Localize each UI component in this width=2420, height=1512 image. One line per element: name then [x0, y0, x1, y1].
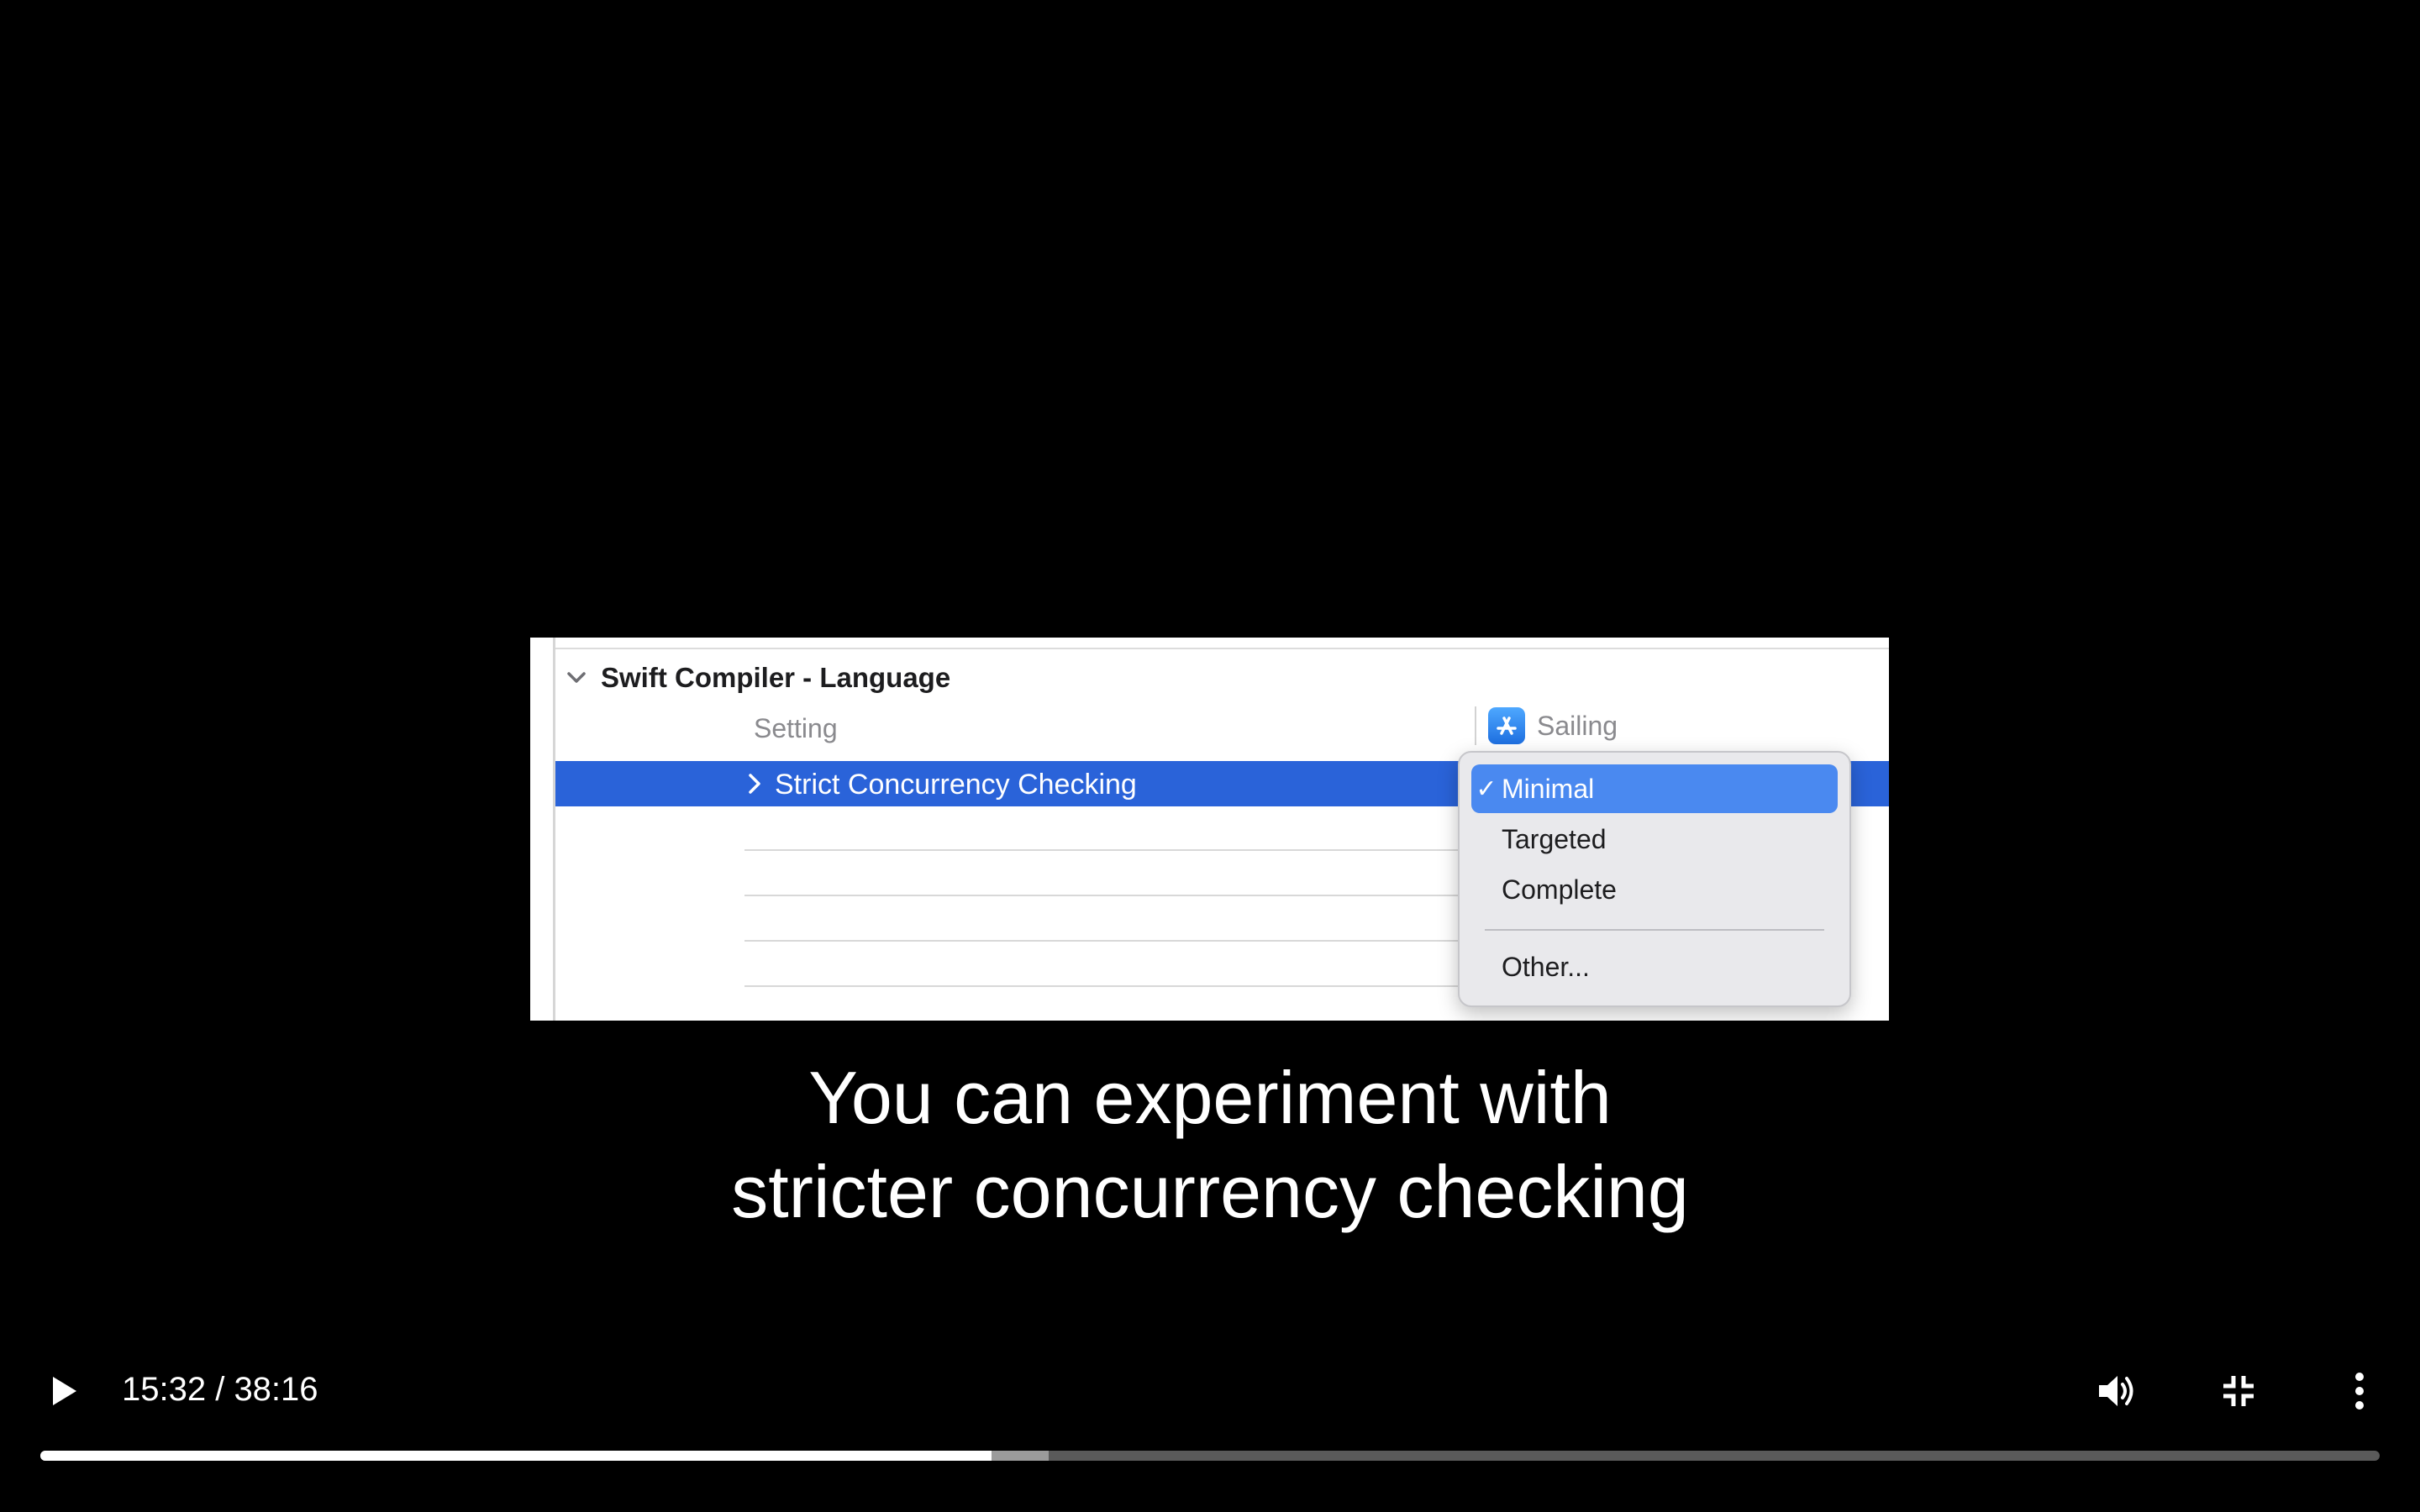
menu-item-label: Minimal [1502, 773, 1595, 804]
more-vertical-icon [2355, 1373, 2364, 1410]
volume-icon [2099, 1376, 2133, 1406]
row-separator [744, 895, 1467, 896]
subtitle-line-1: You can experiment with [808, 1056, 1612, 1139]
menu-item-minimal: ✓ Minimal [1471, 764, 1838, 813]
row-separator [744, 849, 1467, 851]
checkmark-icon: ✓ [1476, 774, 1497, 803]
menu-separator [1485, 929, 1824, 931]
column-divider [1475, 706, 1476, 745]
play-icon [53, 1377, 76, 1405]
volume-button[interactable] [2091, 1366, 2144, 1416]
play-button[interactable] [34, 1366, 92, 1416]
section-header: Swift Compiler - Language [564, 661, 950, 695]
subtitle-line-2: stricter concurrency checking [731, 1150, 1689, 1233]
app-store-icon [1488, 707, 1525, 744]
exit-fullscreen-button[interactable] [2212, 1366, 2265, 1416]
setting-row-label: Strict Concurrency Checking [775, 769, 1137, 801]
time-display: 15:32 / 38:16 [122, 1370, 318, 1408]
progress-bar[interactable] [40, 1451, 2380, 1461]
menu-item-targeted: Targeted [1471, 815, 1838, 864]
row-separator [744, 985, 1467, 987]
concurrency-dropdown-menu: ✓ Minimal Targeted Complete Other... [1458, 751, 1851, 1007]
target-name: Sailing [1537, 710, 1618, 741]
row-separator [744, 940, 1467, 942]
video-frame: Swift Compiler - Language Setting Sailin… [530, 638, 1889, 1021]
more-options-button[interactable] [2336, 1366, 2383, 1416]
frame-top-rule [555, 648, 1889, 649]
chevron-right-icon [749, 774, 760, 794]
exit-fullscreen-icon [2223, 1376, 2254, 1406]
target-column-header: Sailing [1488, 706, 1618, 745]
frame-left-rule [553, 638, 555, 1021]
progress-played [40, 1451, 992, 1461]
menu-item-other: Other... [1471, 942, 1838, 991]
menu-item-label: Complete [1502, 874, 1617, 905]
section-title: Swift Compiler - Language [601, 662, 951, 693]
column-header-setting: Setting [754, 713, 838, 743]
menu-item-complete: Complete [1471, 865, 1838, 914]
menu-item-label: Other... [1502, 951, 1590, 982]
chevron-down-icon [567, 672, 586, 683]
menu-item-label: Targeted [1502, 823, 1607, 854]
